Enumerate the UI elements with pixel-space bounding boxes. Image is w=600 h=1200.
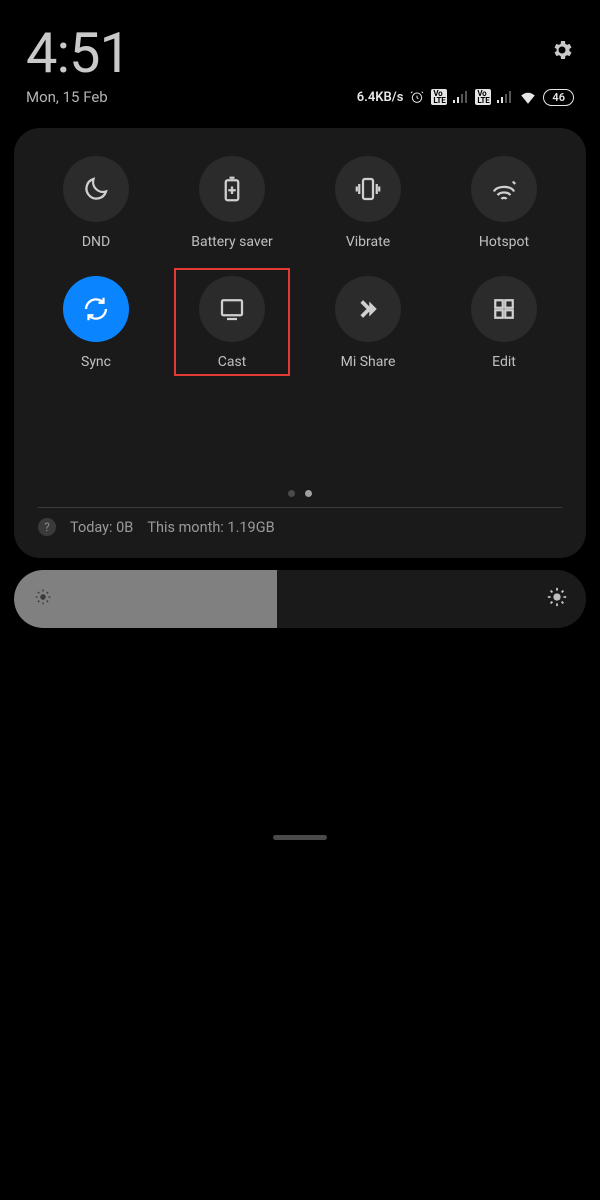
help-icon: ?: [38, 518, 56, 536]
tile-cast[interactable]: Cast: [164, 276, 300, 370]
data-today: Today: 0B: [70, 519, 133, 536]
page-dots: [28, 490, 572, 497]
wifi-icon: [519, 90, 537, 104]
dot-1: [288, 490, 295, 497]
dot-2: [305, 490, 312, 497]
data-usage-row[interactable]: ? Today: 0B This month: 1.19GB: [28, 518, 572, 544]
tile-edit[interactable]: Edit: [436, 276, 572, 370]
hotspot-icon: [471, 156, 537, 222]
tile-label: Edit: [492, 354, 516, 370]
tile-label: Battery saver: [191, 234, 272, 250]
status-icons-right: 6.4KB/s VoLTE VoLTE 46: [357, 89, 574, 106]
cast-icon: [199, 276, 265, 342]
volte-badge-1: VoLTE: [431, 89, 447, 105]
tile-label: Sync: [81, 354, 111, 370]
date: Mon, 15 Feb: [26, 88, 108, 106]
moon-icon: [63, 156, 129, 222]
sync-icon: [63, 276, 129, 342]
alarm-icon: [409, 89, 425, 105]
signal-bars-2: [497, 91, 513, 103]
mishare-icon: [335, 276, 401, 342]
brightness-low-icon: [32, 586, 54, 612]
tile-battery-saver[interactable]: Battery saver: [164, 156, 300, 250]
tile-hotspot[interactable]: Hotspot: [436, 156, 572, 250]
divider: [38, 507, 562, 508]
battery-badge: 46: [543, 89, 574, 106]
brightness-high-icon: [546, 586, 568, 612]
tile-sync[interactable]: Sync: [28, 276, 164, 370]
volte-badge-2: VoLTE: [475, 89, 491, 105]
net-speed: 6.4KB/s: [357, 90, 404, 105]
signal-bars-1: [453, 91, 469, 103]
tile-label: Vibrate: [346, 234, 390, 250]
battery-plus-icon: [199, 156, 265, 222]
grid4-icon: [471, 276, 537, 342]
tile-label: DND: [82, 234, 110, 250]
tile-dnd[interactable]: DND: [28, 156, 164, 250]
tile-vibrate[interactable]: Vibrate: [300, 156, 436, 250]
data-month: This month: 1.19GB: [147, 519, 274, 536]
settings-gear-icon[interactable]: [550, 38, 574, 62]
nav-handle[interactable]: [273, 835, 327, 840]
brightness-slider[interactable]: [14, 570, 586, 628]
vibrate-icon: [335, 156, 401, 222]
quick-settings-panel: DND Battery saver Vibrate Hotspot Sync: [14, 128, 586, 558]
tile-mishare[interactable]: Mi Share: [300, 276, 436, 370]
tile-label: Hotspot: [479, 234, 529, 250]
clock: 4:51: [26, 20, 130, 86]
tile-label: Cast: [218, 354, 247, 370]
tile-label: Mi Share: [341, 354, 396, 370]
